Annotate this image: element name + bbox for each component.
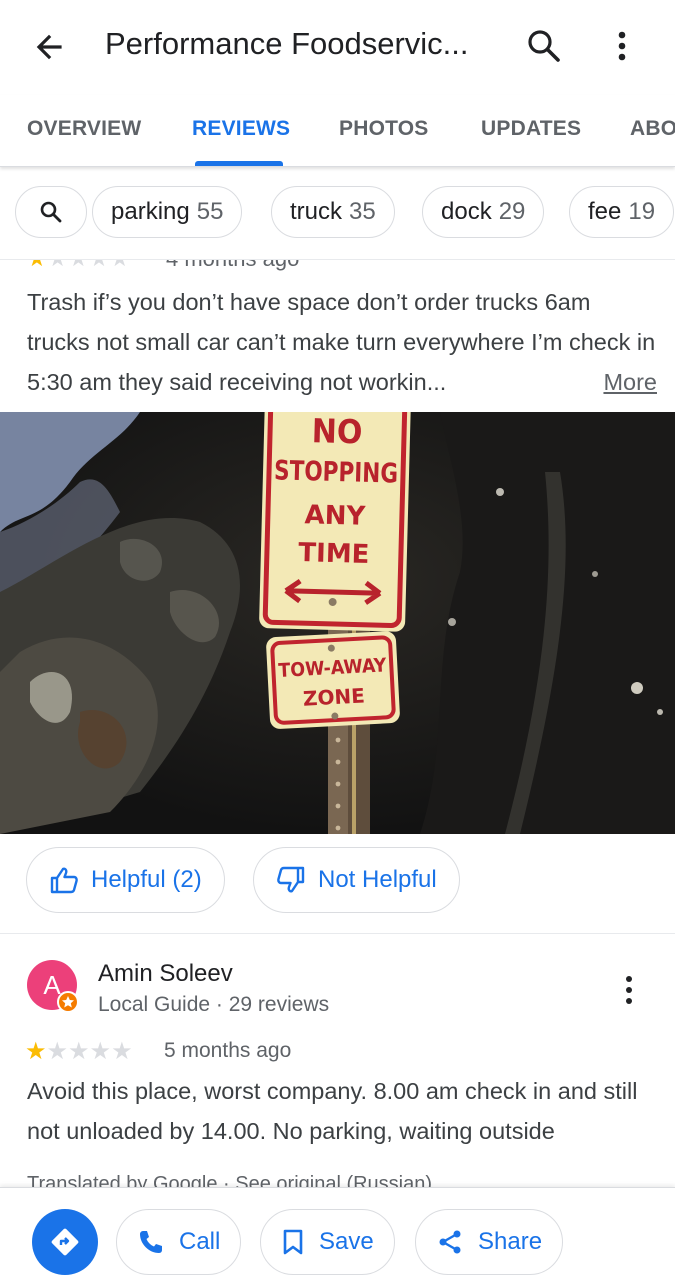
chip-label: fee (588, 198, 622, 225)
place-title: Performance Foodservic... (105, 26, 469, 61)
helpful-button[interactable]: Helpful (2) (26, 847, 225, 913)
directions-button[interactable] (32, 1209, 98, 1275)
chip-truck[interactable]: truck 35 (271, 186, 395, 238)
search-reviews-chip[interactable] (15, 186, 87, 238)
search-icon (40, 201, 62, 223)
review-photo[interactable]: NO STOPPING ANY TIME TOW-AWAY ZONE (0, 412, 675, 834)
chip-parking[interactable]: parking 55 (92, 186, 243, 238)
share-button[interactable]: Share (415, 1209, 564, 1275)
search-icon[interactable] (524, 26, 564, 66)
translation-note: Translated by Google · See original (Rus… (27, 1173, 432, 1187)
chip-label: truck (290, 198, 343, 225)
tab-about[interactable]: ABO (630, 117, 675, 141)
save-button[interactable]: Save (260, 1209, 395, 1275)
chip-count: 29 (498, 198, 526, 225)
action-bar: Call Save Share (0, 1187, 675, 1280)
sign-text: ANY (304, 500, 367, 532)
call-label: Call (179, 1228, 221, 1255)
sign-text: ZONE (302, 683, 365, 710)
chip-dock[interactable]: dock 29 (422, 186, 545, 238)
review-time: 4 months ago (166, 260, 299, 272)
back-arrow-icon[interactable] (30, 28, 74, 66)
translated-by: Translated by Google · (27, 1173, 236, 1187)
save-label: Save (319, 1228, 374, 1255)
more-link[interactable]: More (597, 362, 657, 402)
chip-count: 55 (196, 198, 224, 225)
star-rating: ★★★★★ (27, 260, 131, 272)
bookmark-icon (283, 1229, 303, 1255)
chip-label: dock (441, 198, 492, 225)
review-card: A Amin Soleev Local Guide · 29 reviews ★… (0, 935, 675, 1187)
directions-icon (51, 1228, 79, 1256)
review-time: 5 months ago (164, 1039, 292, 1062)
local-guide-badge-icon (57, 991, 79, 1013)
tab-overview[interactable]: OVERVIEW (27, 117, 141, 141)
not-helpful-label: Not Helpful (318, 866, 437, 893)
review-card: ★★★★★ 4 months ago Trash if’s you don’t … (0, 260, 675, 410)
tab-updates[interactable]: UPDATES (481, 117, 581, 141)
call-button[interactable]: Call (116, 1209, 242, 1275)
review-text[interactable]: Trash if’s you don’t have space don’t or… (27, 282, 657, 402)
thumb-up-icon (50, 867, 78, 894)
tab-reviews[interactable]: REVIEWS (192, 117, 290, 141)
sign-text: STOPPING (274, 455, 399, 489)
review-text[interactable]: Avoid this place, worst company. 8.00 am… (27, 1071, 667, 1151)
share-label: Share (478, 1228, 543, 1255)
share-icon (439, 1230, 461, 1254)
tab-photos[interactable]: PHOTOS (339, 117, 429, 141)
star-rating: ★★★★★ (25, 1038, 133, 1065)
more-vert-icon[interactable] (604, 26, 640, 66)
chip-count: 35 (349, 198, 376, 225)
sign-text: TIME (298, 538, 370, 570)
reviewer-name[interactable]: Amin Soleev (98, 960, 233, 988)
chip-count: 19 (628, 198, 656, 225)
review-body: Trash if’s you don’t have space don’t or… (27, 289, 656, 395)
helpful-label: Helpful (2) (91, 866, 202, 893)
thumb-down-icon (277, 866, 305, 893)
see-original-link[interactable]: See original (Russian) (235, 1173, 432, 1187)
active-tab-indicator (195, 161, 283, 166)
phone-icon (140, 1231, 162, 1253)
review-feedback-row: Helpful (2) Not Helpful (0, 834, 675, 934)
chip-fee[interactable]: fee 19 (569, 186, 675, 238)
more-vert-icon[interactable] (612, 973, 646, 1007)
sign-text: NO (311, 413, 363, 452)
reviewer-meta: Local Guide · 29 reviews (98, 993, 330, 1016)
chip-label: parking (111, 198, 190, 225)
app-bar: Performance Foodservic... (0, 0, 675, 95)
not-helpful-button[interactable]: Not Helpful (253, 847, 460, 913)
review-topic-chips: parking 55 truck 35 dock 29 fee 19 (0, 168, 675, 260)
place-tabs: OVERVIEW REVIEWS PHOTOS UPDATES ABO (0, 95, 675, 167)
